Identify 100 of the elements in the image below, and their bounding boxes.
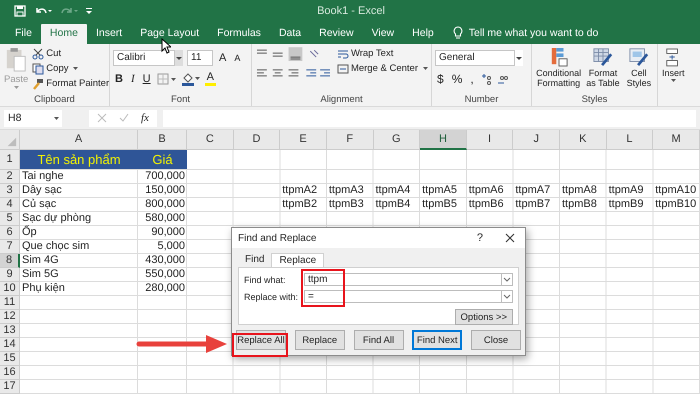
row-header[interactable]: 1 xyxy=(0,150,20,170)
row-header[interactable]: 8 xyxy=(0,254,20,268)
table-cell-text: Củ sạc xyxy=(21,198,58,212)
cut-button[interactable]: Cut xyxy=(32,47,62,60)
dialog-button[interactable]: Find All xyxy=(354,330,404,350)
dialog-button[interactable]: Replace xyxy=(294,330,345,350)
column-header[interactable]: F xyxy=(326,130,374,150)
font-name-field[interactable]: Calibri xyxy=(113,50,175,66)
row-header[interactable]: 14 xyxy=(0,338,20,352)
table-cell-text: Sim 5G xyxy=(21,268,60,282)
row-header[interactable]: 6 xyxy=(0,226,20,240)
column-header[interactable]: M xyxy=(653,130,700,150)
ribbon-tab[interactable]: Help xyxy=(403,24,443,44)
window-title: Book1 - Excel xyxy=(317,5,385,17)
column-header[interactable]: L xyxy=(606,130,654,150)
column-header[interactable]: A xyxy=(20,130,138,150)
caret-icon xyxy=(423,67,428,70)
table-brush-icon xyxy=(592,47,613,67)
row-header[interactable]: 9 xyxy=(0,268,20,282)
dialog-button[interactable]: Close xyxy=(471,330,521,350)
row-header[interactable]: 4 xyxy=(0,198,20,212)
row-header[interactable]: 2 xyxy=(0,170,20,184)
column-header[interactable]: D xyxy=(234,130,280,150)
tell-me-field[interactable]: Tell me what you want to do xyxy=(468,24,598,44)
dropdown-icon[interactable] xyxy=(515,50,523,66)
dropdown-icon[interactable] xyxy=(501,290,513,303)
dropdown-icon[interactable] xyxy=(175,50,183,66)
caret-icon[interactable] xyxy=(54,116,59,120)
underline-button[interactable]: U xyxy=(140,72,153,86)
dialog-title: Find and Replace xyxy=(238,232,316,244)
table-cell-text: Tai nghe xyxy=(21,170,65,184)
ribbon-tab[interactable]: Page Layout xyxy=(131,24,208,44)
style-button[interactable]: Format as Table xyxy=(582,46,624,89)
ribbon-tab[interactable]: View xyxy=(362,24,404,44)
merge-center-button[interactable]: Merge & Center xyxy=(336,62,428,75)
ribbon-tab[interactable]: Formulas xyxy=(208,24,270,44)
row-header[interactable]: 17 xyxy=(0,380,20,394)
column-header[interactable]: H xyxy=(420,130,467,150)
grow-font-button[interactable]: A xyxy=(217,51,228,65)
ribbon-tab[interactable]: Data xyxy=(270,24,310,44)
dialog-button[interactable]: Find Next xyxy=(412,330,462,350)
row-header[interactable]: 13 xyxy=(0,324,20,338)
number-format-field[interactable]: General xyxy=(435,50,515,66)
table-cell-text: ttpmA10 xyxy=(654,184,698,198)
font-color-button[interactable]: A xyxy=(204,72,216,86)
row-header[interactable]: 15 xyxy=(0,352,20,366)
dialog-tab[interactable]: Replace xyxy=(271,253,324,267)
dropdown-icon[interactable] xyxy=(501,273,513,286)
table-cell-text: ttpmA2 xyxy=(281,184,318,198)
table-cell-text: Sạc dự phòng xyxy=(21,212,92,225)
italic-button[interactable]: I xyxy=(128,72,137,86)
column-header[interactable]: I xyxy=(466,130,514,150)
insert-function-button[interactable]: fx xyxy=(141,112,149,124)
column-header[interactable]: J xyxy=(513,130,560,150)
ribbon-tab[interactable]: File xyxy=(6,24,41,44)
font-size-field[interactable]: 11 xyxy=(187,50,213,66)
decimal-buttons-icon[interactable] xyxy=(480,73,510,85)
column-header[interactable]: C xyxy=(187,130,234,150)
table-cell-text: 90,000 xyxy=(150,226,186,240)
help-button[interactable]: ? xyxy=(476,232,483,244)
shrink-font-button[interactable]: A xyxy=(232,51,242,65)
caret-icon xyxy=(670,79,676,82)
style-button[interactable]: Conditional Formatting xyxy=(535,46,582,89)
insert-cells-button[interactable]: Insert xyxy=(661,46,686,83)
table-cell-text: ttpmA7 xyxy=(514,184,552,198)
column-header[interactable]: B xyxy=(138,130,187,150)
dialog-button[interactable]: Replace All xyxy=(236,330,286,350)
row-header[interactable]: 10 xyxy=(0,282,20,296)
percent-button[interactable]: % xyxy=(450,72,464,86)
close-icon[interactable] xyxy=(505,233,515,243)
row-header[interactable]: 7 xyxy=(0,240,20,254)
bold-button[interactable]: B xyxy=(113,72,125,86)
undo-icon[interactable] xyxy=(34,6,52,16)
comma-style-button[interactable]: , xyxy=(468,72,476,86)
wrap-text-button[interactable]: Wrap Text xyxy=(336,47,394,60)
column-header[interactable]: K xyxy=(560,130,607,150)
ribbon-tab[interactable]: Review xyxy=(310,24,363,44)
row-header[interactable]: 12 xyxy=(0,310,20,324)
row-header[interactable]: 16 xyxy=(0,366,20,380)
row-header[interactable]: 3 xyxy=(0,184,20,198)
save-icon[interactable] xyxy=(14,5,26,17)
row-header[interactable]: 5 xyxy=(0,212,20,226)
copy-button[interactable]: Copy xyxy=(32,62,78,75)
column-header[interactable]: G xyxy=(374,130,420,150)
ribbon-tab[interactable]: Insert xyxy=(86,24,132,44)
table-cell-text: Phụ kiện xyxy=(21,282,66,296)
input-field[interactable]: = xyxy=(304,290,501,303)
customize-toolbar-icon[interactable] xyxy=(86,7,92,15)
format-painter-button[interactable]: Format Painter xyxy=(32,77,110,90)
borders-icon[interactable] xyxy=(156,73,177,85)
dialog-tab[interactable]: Find xyxy=(238,253,272,267)
input-field[interactable]: ttpm xyxy=(304,273,501,286)
style-button[interactable]: Cell Styles xyxy=(624,46,654,89)
name-box[interactable]: H8 xyxy=(4,110,62,126)
ribbon-tab[interactable]: Home xyxy=(40,24,87,44)
row-header[interactable]: 11 xyxy=(0,296,20,310)
options-button[interactable]: Options >> xyxy=(454,309,513,325)
column-header[interactable]: E xyxy=(280,130,327,150)
currency-button[interactable]: $ xyxy=(435,72,446,86)
fill-color-icon[interactable] xyxy=(180,72,201,86)
